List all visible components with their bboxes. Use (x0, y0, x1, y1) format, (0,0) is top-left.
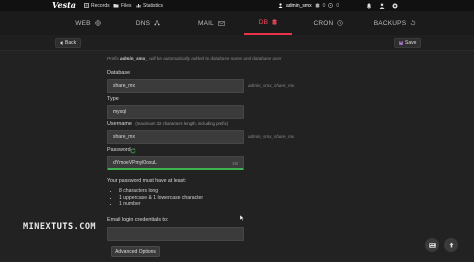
password-requirements-title: Your password must have at least: (107, 178, 187, 184)
username-input-value: share_mx (113, 134, 135, 140)
top-right-icons (366, 0, 398, 11)
database-icon (315, 3, 320, 8)
topnav-records-label: Records (91, 2, 110, 9)
keyboard-shortcuts-button[interactable] (425, 238, 439, 252)
database-full-name: admin_smx_share_mx (248, 83, 295, 88)
caret-left-icon (60, 41, 63, 45)
disk-icon (328, 3, 334, 8)
password-label: Password (107, 147, 131, 153)
tab-dns[interactable]: DNS (127, 11, 169, 35)
password-requirements-list: 8 characters long 1 uppercase & 1 lowerc… (114, 188, 203, 208)
tab-dns-label: DNS (135, 19, 151, 27)
type-label: Type (107, 96, 119, 102)
clock-icon (337, 20, 344, 26)
tab-db[interactable]: DB (244, 11, 292, 35)
type-select-value: mysql (113, 109, 127, 115)
scroll-top-button[interactable] (444, 238, 458, 252)
database-tab-icon (272, 19, 277, 25)
user-menu[interactable]: admin_smx 0 0 (278, 0, 339, 11)
list-item: 1 number (119, 201, 203, 208)
tab-backups-label: BACKUPS (373, 19, 407, 27)
save-button-label: Save (405, 40, 417, 46)
save-icon (399, 41, 403, 45)
database-input[interactable]: share_mx (107, 79, 244, 93)
username-label-row: Username (maximum 32 characters length, … (107, 121, 228, 127)
back-button[interactable]: Back (55, 38, 82, 48)
type-select[interactable]: mysql (107, 105, 244, 119)
watermark-part-3: .COM (73, 222, 97, 232)
save-button[interactable]: Save (394, 38, 422, 48)
action-toolbar: Back Save (0, 35, 474, 51)
prefix-hint-post: will be automatically added to database … (149, 56, 282, 61)
topnav-records[interactable]: Records (84, 0, 110, 11)
username-input[interactable]: share_mx (107, 130, 244, 144)
username-note: (maximum 32 characters length, including… (135, 121, 229, 126)
topnav-files[interactable]: Files (113, 0, 132, 11)
records-icon (84, 3, 89, 8)
user-stat-1: 0 (322, 2, 326, 9)
tab-mail-label: MAIL (198, 19, 214, 27)
app-logo[interactable]: Vesta (52, 0, 76, 11)
arrow-up-icon (449, 242, 454, 248)
chart-icon (136, 3, 141, 8)
username: admin_smx (286, 2, 312, 9)
topnav-files-label: Files (121, 2, 132, 9)
database-label: Database (107, 70, 131, 76)
logout-icon[interactable] (392, 3, 398, 9)
tab-web[interactable]: WEB (68, 11, 108, 35)
sitemap-icon (154, 20, 160, 26)
folder-icon (113, 3, 119, 8)
prefix-hint: Prefix admin_smx_ will be automatically … (107, 56, 281, 61)
password-input-value: dYmoeVPmyl0oxuL (113, 159, 157, 166)
email-input[interactable] (107, 227, 244, 241)
prefix-hint-pre: Prefix (107, 56, 119, 61)
tab-cron-label: CRON (313, 19, 334, 27)
watermark-part-2: TUTS (51, 222, 74, 232)
keyboard-icon (428, 242, 436, 248)
password-length: 15/ (232, 161, 239, 166)
user-stat-2: 0 (336, 2, 340, 9)
back-button-label: Back (65, 40, 77, 46)
prefix-value: admin_smx_ (120, 56, 148, 61)
tab-cron[interactable]: CRON (306, 11, 351, 35)
main-tabs: WEB DNS MAIL DB CRON BACKUPS (0, 11, 474, 35)
user-profile-icon[interactable] (379, 3, 385, 9)
topnav-statistics-label: Statistics (143, 2, 164, 9)
tab-web-label: WEB (75, 19, 91, 27)
password-input[interactable]: dYmoeVPmyl0oxuL (107, 156, 244, 170)
username-label: Username (107, 121, 132, 127)
generate-password-icon[interactable] (130, 148, 136, 156)
watermark: MINEXTUTS.COM (23, 222, 96, 232)
top-bar: Vesta Records Files Statistics admin_smx… (0, 0, 474, 11)
backup-icon (410, 20, 416, 26)
envelope-icon (218, 20, 225, 26)
advanced-options-button[interactable]: Advanced Options (111, 246, 160, 257)
tab-backups[interactable]: BACKUPS (366, 11, 424, 35)
user-icon (278, 3, 283, 8)
tab-db-label: DB (258, 18, 269, 26)
email-label: Email login credentials to: (107, 217, 169, 223)
globe-icon (95, 20, 101, 26)
username-full-name: admin_smx_share_mx (248, 134, 295, 139)
tab-mail[interactable]: MAIL (188, 11, 235, 35)
bell-icon[interactable] (366, 3, 372, 9)
database-input-value: share_mx (113, 83, 135, 89)
topnav-statistics[interactable]: Statistics (136, 0, 163, 11)
mouse-cursor-icon (239, 208, 245, 226)
watermark-part-1: MINEX (23, 222, 52, 232)
